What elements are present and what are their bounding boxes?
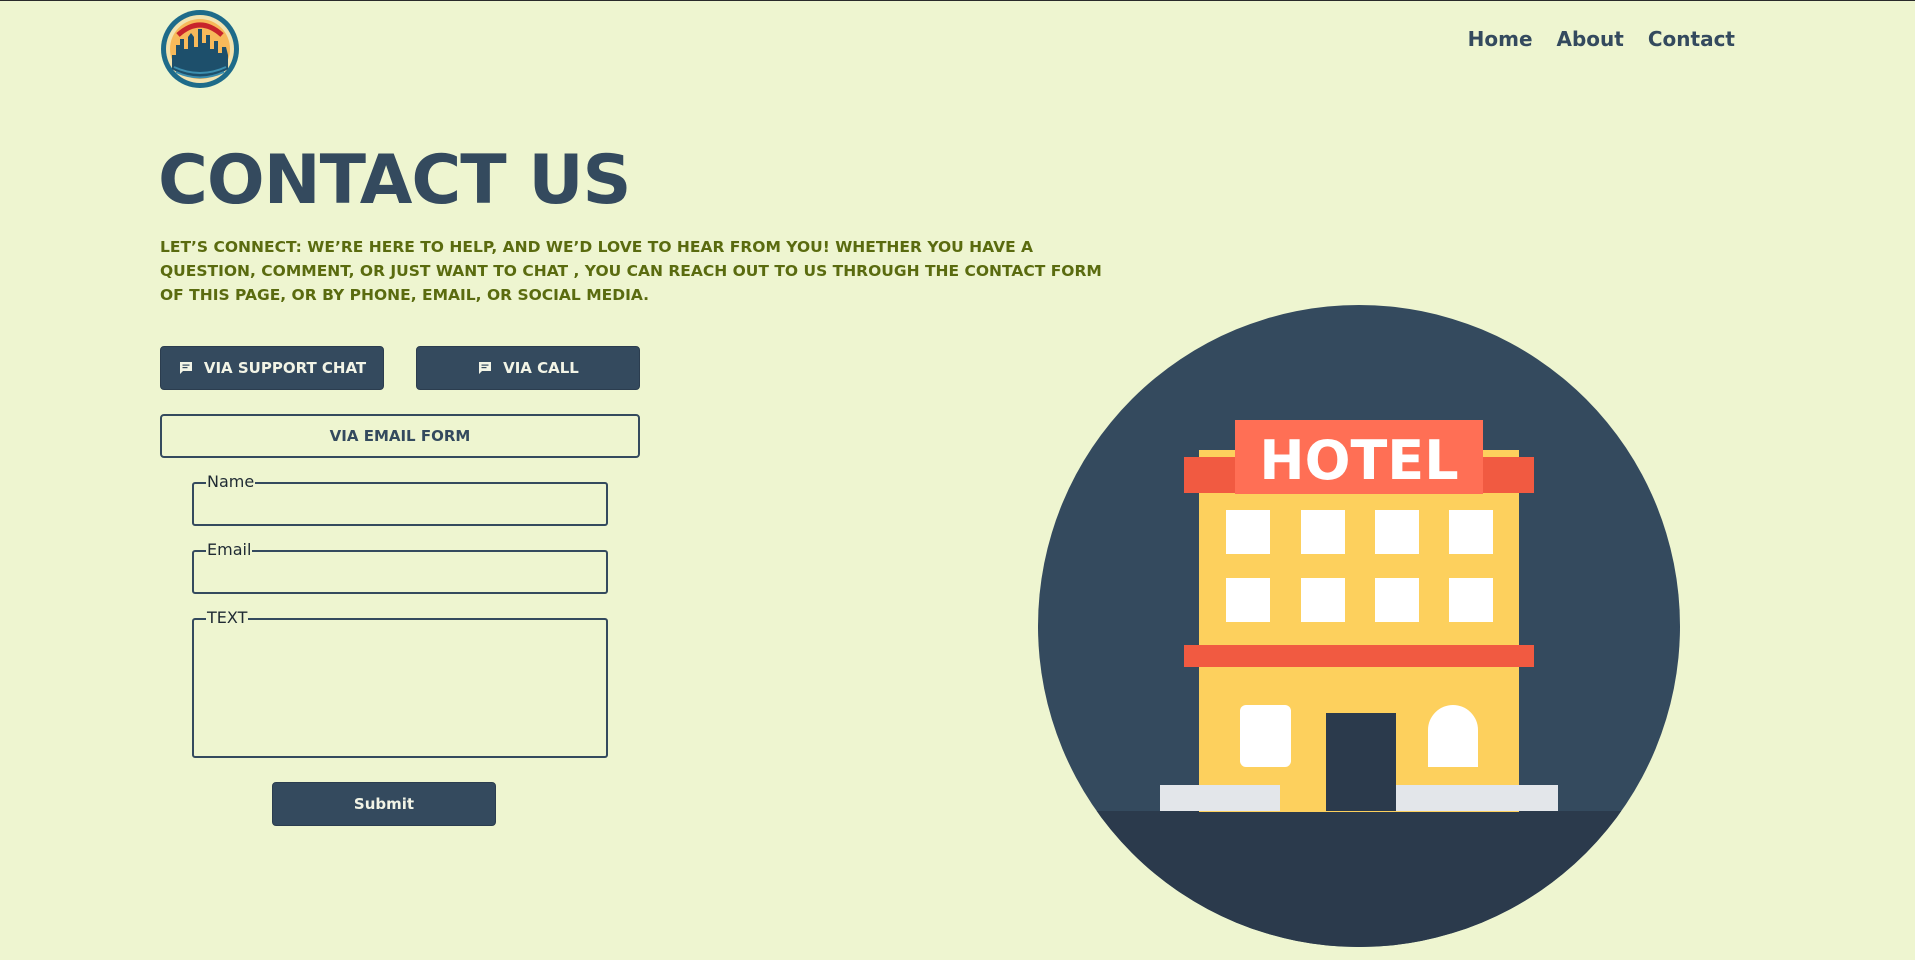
call-label: VIA CALL xyxy=(503,359,579,377)
nav-about-link[interactable]: About xyxy=(1557,27,1624,51)
chat-icon xyxy=(479,362,492,374)
support-chat-button[interactable]: VIA SUPPORT CHAT xyxy=(160,346,384,390)
email-form-label: VIA EMAIL FORM xyxy=(329,427,471,445)
intro-text: LET’S CONNECT: WE’RE HERE TO HELP, AND W… xyxy=(160,238,1102,304)
nav-contact-link[interactable]: Contact xyxy=(1648,27,1735,51)
submit-button[interactable]: Submit xyxy=(272,782,496,826)
name-field-label: Name xyxy=(206,472,256,491)
submit-label: Submit xyxy=(353,795,415,813)
main-nav: Home About Contact xyxy=(1468,27,1735,51)
page-title: CONTACT US xyxy=(158,141,632,220)
email-field[interactable]: Email xyxy=(192,541,608,594)
message-field-label: TEXT xyxy=(206,608,249,627)
hotel-illustration: HOTEL xyxy=(1038,305,1680,947)
chat-icon xyxy=(179,362,192,374)
support-chat-label: VIA SUPPORT CHAT xyxy=(203,359,367,377)
email-field-label: Email xyxy=(206,540,253,559)
hotel-logo[interactable] xyxy=(160,9,240,89)
logo-emblem-icon xyxy=(161,10,239,88)
name-field[interactable]: Name xyxy=(192,473,608,526)
nav-home-link[interactable]: Home xyxy=(1468,27,1533,51)
email-form-button[interactable]: VIA EMAIL FORM xyxy=(160,414,640,458)
call-button[interactable]: VIA CALL xyxy=(416,346,640,390)
message-textarea[interactable]: TEXT xyxy=(192,609,608,758)
hotel-sign-text: HOTEL xyxy=(1259,429,1458,492)
